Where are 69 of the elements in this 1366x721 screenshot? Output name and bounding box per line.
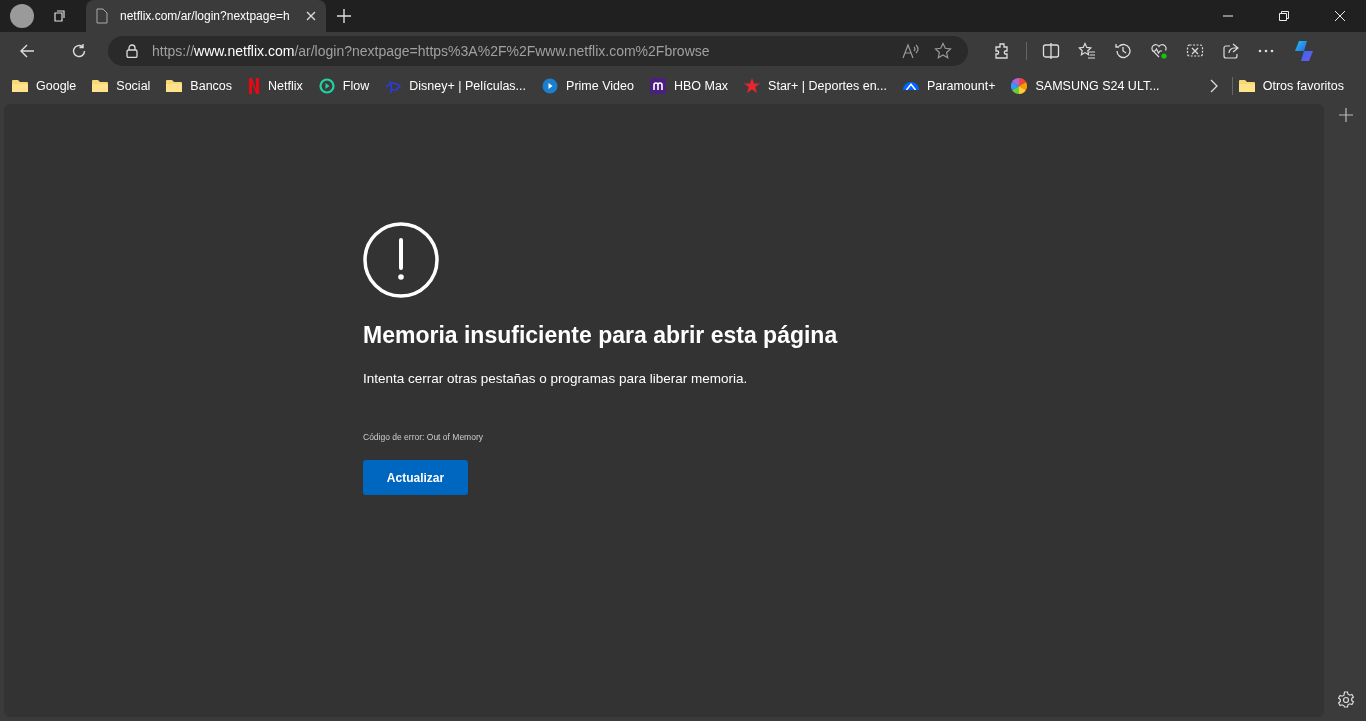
play-disc-icon [542,78,559,94]
address-bar[interactable]: https://www.netflix.com/ar/login?nextpage=https%3A%2F%2Fwww.netflix.com%2Fbrowse [108,36,968,66]
bookmark-label: Prime Video [566,79,634,93]
extensions-icon[interactable] [993,42,1011,60]
bookmark[interactable]: Star+ | Deportes en... [744,78,896,94]
bookmark-label: Bancos [190,79,233,93]
refresh-icon[interactable] [71,43,87,59]
more-icon[interactable] [1258,49,1274,53]
profile-avatar[interactable] [10,4,34,28]
star-icon [744,78,761,94]
bookmark[interactable]: Bancos [166,79,241,93]
bookmark-label: Disney+ | Películas... [409,79,527,93]
read-aloud-icon[interactable] [902,43,920,59]
url-text: https://www.netflix.com/ar/login?nextpage=https%3A%2F%2Fwww.netflix.com%2Fbrowse [152,43,710,59]
bookmark-label: Flow [342,79,370,93]
bookmark[interactable]: SAMSUNG S24 ULT... [1011,78,1168,94]
copilot-icon[interactable] [1292,39,1316,63]
mountain-icon [903,82,920,90]
restore-icon[interactable] [1279,11,1289,21]
exclamation-circle-icon [363,222,439,298]
m-logo-icon [649,78,666,94]
bookmark-label: SAMSUNG S24 ULT... [1035,79,1160,93]
refresh-button[interactable]: Actualizar [363,460,468,495]
history-icon[interactable] [1114,42,1132,60]
new-tab-icon[interactable] [337,9,351,23]
pinwheel-icon [1011,78,1028,94]
tab-title: netflix.com/ar/login?nextpage=h [120,9,291,23]
lock-icon [126,44,138,58]
swoosh-icon [385,78,402,94]
bookmark[interactable]: Paramount+ [903,79,1004,93]
favorites-icon[interactable] [1078,42,1096,60]
page-icon [96,8,108,24]
error-message: Intenta cerrar otras pestañas o programas para liberar memoria. [363,371,749,386]
bookmark[interactable]: Social [92,79,159,93]
bookmark-label: Social [116,79,151,93]
back-icon[interactable] [19,43,35,59]
n-logo-icon [248,78,261,94]
bookmark-label: Netflix [268,79,303,93]
bookmark-label: Otros favoritos [1262,79,1344,93]
browser-tab[interactable]: netflix.com/ar/login?nextpage=h [86,0,326,32]
bookmark-label: Paramount+ [927,79,996,93]
bookmark-label: Star+ | Deportes en... [768,79,888,93]
screenshot-icon[interactable] [1186,42,1204,60]
bookmark-label: HBO Max [673,79,729,93]
bookmark[interactable]: Otros favoritos [1238,79,1352,93]
folder-icon [166,79,183,93]
bookmark[interactable]: Google [12,79,85,93]
play-circle-icon [318,78,335,94]
bookmark[interactable]: Prime Video [542,78,642,94]
share-icon[interactable] [1222,42,1240,60]
bookmark[interactable]: Flow [318,78,378,94]
error-code: Código de error: Out of Memory [363,432,484,442]
bookmark[interactable]: Netflix [248,78,311,94]
folder-icon [1238,79,1255,93]
chevron-right-icon[interactable] [1209,79,1218,93]
add-icon[interactable] [1339,108,1353,122]
folder-icon [92,79,109,93]
error-title: Memoria insuficiente para abrir esta página [363,322,839,349]
folder-icon [12,79,28,93]
settings-icon[interactable] [1337,691,1355,709]
close-icon[interactable] [1335,11,1345,21]
close-icon[interactable] [306,11,316,21]
bookmark[interactable]: Disney+ | Películas... [385,78,535,94]
bookmark[interactable]: HBO Max [649,78,737,94]
bookmark-label: Google [36,79,77,93]
split-screen-icon[interactable] [1042,42,1060,60]
tabs-icon[interactable] [52,8,68,24]
favorite-star-icon[interactable] [934,42,952,60]
heart-pulse-icon[interactable] [1150,42,1168,60]
